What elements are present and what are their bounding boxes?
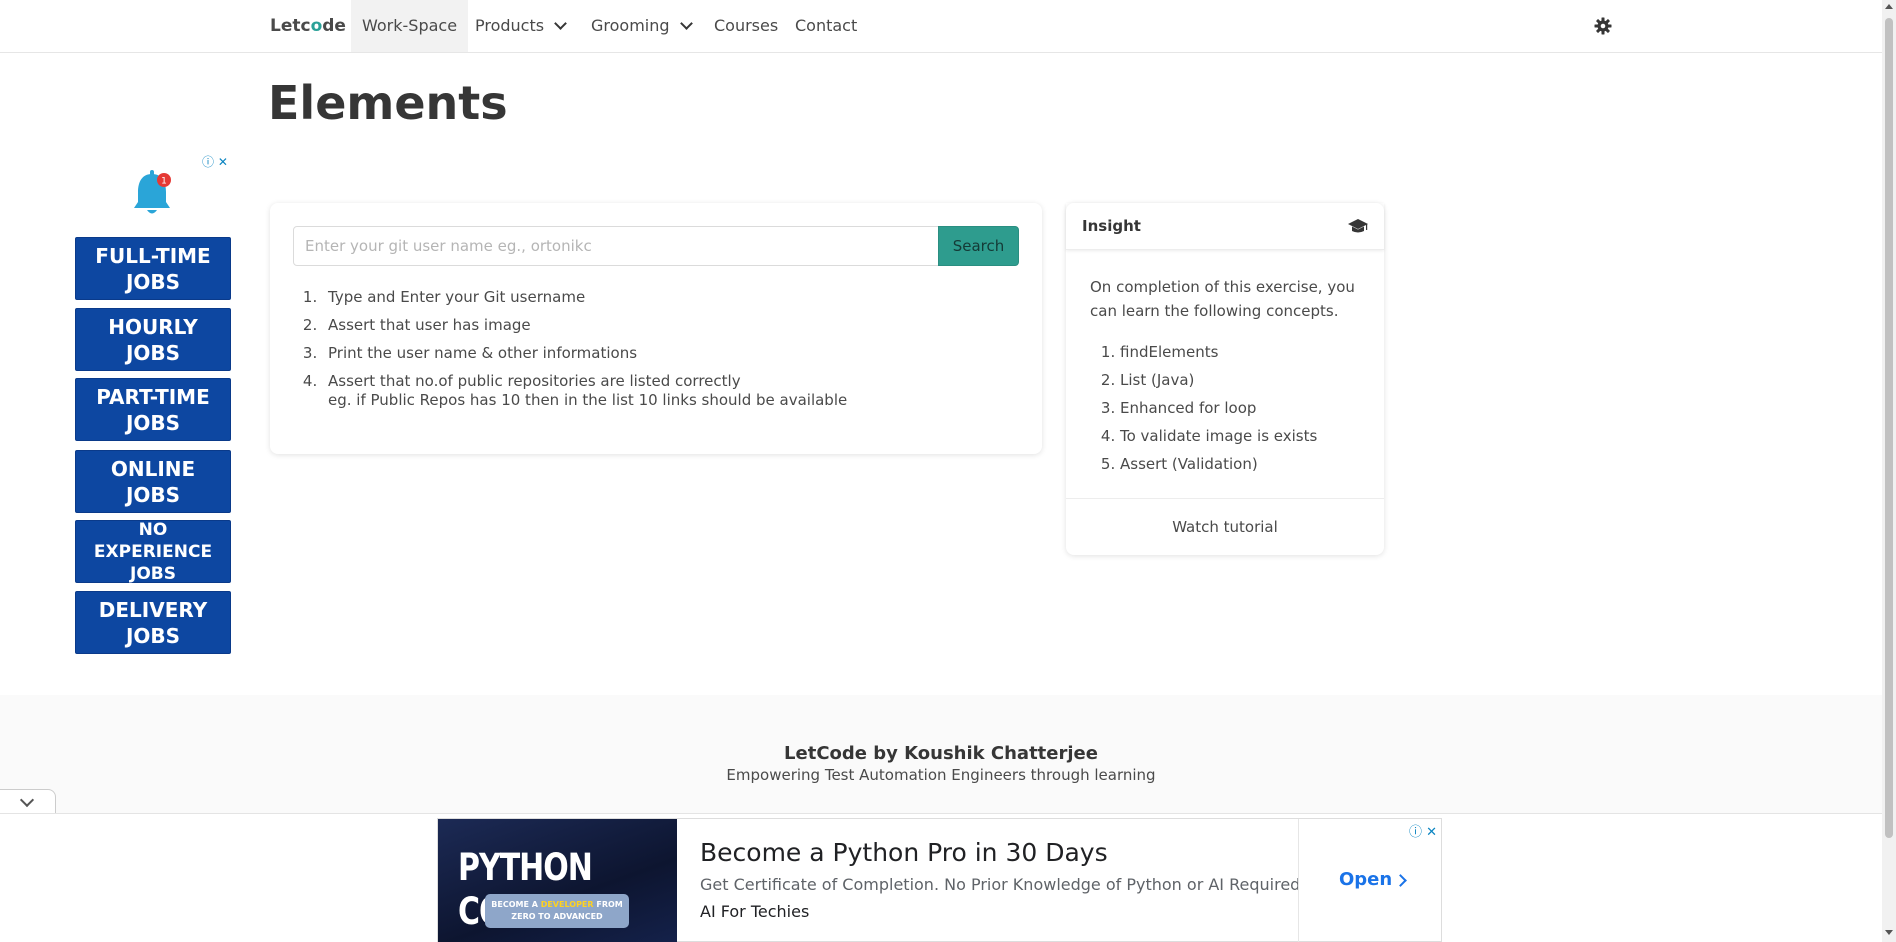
list-item: Type and Enter your Git username xyxy=(322,283,847,311)
job-button-online[interactable]: ONLINE JOBS xyxy=(75,450,231,513)
job-button-hourly[interactable]: HOURLY JOBS xyxy=(75,308,231,371)
list-item: findElements xyxy=(1120,338,1370,366)
watch-tutorial-link[interactable]: Watch tutorial xyxy=(1066,498,1384,555)
chevron-down-icon xyxy=(679,17,693,30)
job-button-part-time[interactable]: PART-TIME JOBS xyxy=(75,378,231,441)
bell-icon: 1 xyxy=(134,170,171,214)
steps-list: Type and Enter your Git username Assert … xyxy=(322,283,847,409)
nav-work-space[interactable]: Work-Space xyxy=(351,0,469,52)
job-button-delivery[interactable]: DELIVERY JOBS xyxy=(75,591,231,654)
nav-products[interactable]: Products xyxy=(464,0,576,52)
list-item: Print the user name & other informations xyxy=(322,339,847,367)
chevron-right-icon xyxy=(1394,874,1408,887)
ad-image[interactable]: PYTHON COURSE BECOME A DEVELOPER FROM ZE… xyxy=(438,819,677,942)
job-button-full-time[interactable]: FULL-TIME JOBS xyxy=(75,237,231,300)
insight-title: Insight xyxy=(1082,217,1141,235)
scroll-up-icon[interactable] xyxy=(1885,4,1893,9)
search-button[interactable]: Search xyxy=(938,226,1019,266)
nav-grooming[interactable]: Grooming xyxy=(580,0,702,52)
ad-close-icon[interactable]: ⓘ ✕ xyxy=(1409,821,1437,840)
insight-card: Insight On completion of this exercise, … xyxy=(1066,203,1384,555)
footer-title: LetCode by Koushik Chatterjee xyxy=(784,743,1098,764)
insight-header: Insight xyxy=(1066,203,1384,250)
footer-subtitle: Empowering Test Automation Engineers thr… xyxy=(726,766,1156,784)
brand-logo[interactable]: Letcode xyxy=(270,16,346,36)
nav-courses[interactable]: Courses xyxy=(703,0,789,52)
theme-toggle-gear-icon[interactable] xyxy=(1593,16,1613,36)
list-item: To validate image is exists xyxy=(1120,422,1370,450)
scroll-down-icon[interactable] xyxy=(1885,930,1893,935)
graduation-cap-icon xyxy=(1348,219,1368,233)
page-scrollbar[interactable] xyxy=(1882,0,1896,942)
scroll-thumb[interactable] xyxy=(1885,18,1893,838)
ad-description: Get Certificate of Completion. No Prior … xyxy=(700,875,1301,894)
top-navbar: Letcode Work-Space Products Grooming Cou… xyxy=(0,0,1882,53)
job-button-no-experience[interactable]: NO EXPERIENCE JOBS xyxy=(75,520,231,584)
list-item: Enhanced for loop xyxy=(1120,394,1370,422)
page-title: Elements xyxy=(268,76,508,130)
ad-open-button[interactable]: Open xyxy=(1339,869,1408,890)
bell-badge: 1 xyxy=(161,177,167,187)
nav-contact[interactable]: Contact xyxy=(784,0,868,52)
list-item: Assert that user has image xyxy=(322,311,847,339)
ad-collapse-down-icon[interactable] xyxy=(0,789,56,814)
ad-image-badge: BECOME A DEVELOPER FROM ZERO TO ADVANCED xyxy=(485,894,629,928)
concepts-list: findElements List (Java) Enhanced for lo… xyxy=(1090,338,1370,478)
list-item: List (Java) xyxy=(1120,366,1370,394)
insight-intro: On completion of this exercise, you can … xyxy=(1090,278,1355,320)
steps-note: eg. if Public Repos has 10 then in the l… xyxy=(328,391,848,409)
ad-headline[interactable]: Become a Python Pro in 30 Days xyxy=(700,838,1108,867)
bottom-ad[interactable]: PYTHON COURSE BECOME A DEVELOPER FROM ZE… xyxy=(437,818,1442,942)
ad-source: AI For Techies xyxy=(700,902,810,921)
list-item: Assert (Validation) xyxy=(1120,450,1370,478)
chevron-down-icon xyxy=(554,17,567,30)
exercise-card: Search Type and Enter your Git username … xyxy=(270,203,1042,454)
insight-body: On completion of this exercise, you can … xyxy=(1090,275,1370,478)
footer: LetCode by Koushik Chatterjee Empowering… xyxy=(0,695,1882,813)
list-item: Assert that no.of public repositories ar… xyxy=(322,367,847,409)
git-username-input[interactable] xyxy=(293,226,939,266)
ad-close-icon[interactable]: ⓘ ✕ xyxy=(202,153,228,170)
